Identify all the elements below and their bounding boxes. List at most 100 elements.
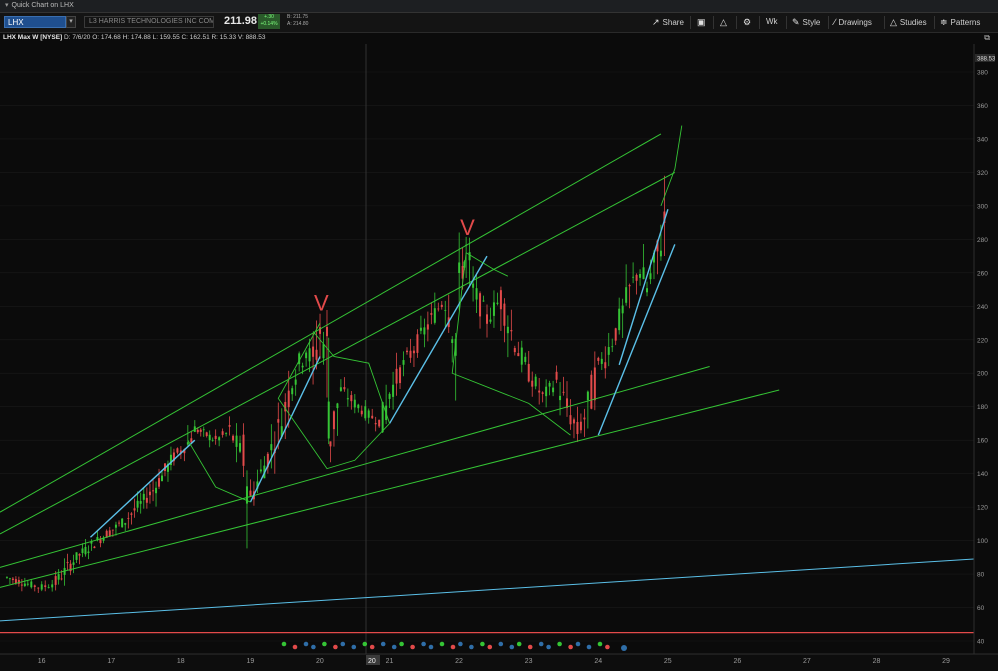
event-marker[interactable] [428, 644, 434, 650]
event-marker[interactable] [509, 644, 515, 650]
candle-body [510, 330, 513, 332]
candle-body [87, 551, 90, 553]
candle-body [357, 404, 360, 409]
event-marker[interactable] [322, 641, 327, 647]
candle-body [590, 374, 593, 409]
x-tick-label: 24 [594, 658, 602, 665]
event-marker[interactable] [369, 644, 375, 650]
candle-body [33, 585, 36, 587]
candle-body [155, 487, 158, 494]
candle-body [405, 350, 408, 353]
candle-body [499, 290, 502, 310]
candle-body [625, 287, 628, 303]
candle-body [161, 475, 164, 482]
candle-body [545, 386, 548, 397]
x-tick-label: 18 [177, 658, 185, 665]
candle-body [482, 300, 485, 302]
candle-body [84, 546, 87, 555]
event-marker[interactable] [421, 641, 426, 647]
y-tick-label: 180 [977, 404, 988, 411]
event-marker[interactable] [487, 644, 493, 650]
event-marker[interactable] [621, 645, 627, 651]
event-marker[interactable] [292, 644, 298, 650]
candle-body [646, 288, 649, 293]
candle-body [451, 339, 454, 343]
event-marker[interactable] [597, 641, 603, 647]
candle-body [75, 552, 78, 560]
trendline [0, 389, 780, 588]
candle-body [81, 548, 84, 554]
candle-body [60, 578, 63, 580]
candle-body [440, 304, 443, 308]
candle-body [597, 357, 600, 361]
event-marker[interactable] [380, 641, 386, 647]
event-marker[interactable] [399, 641, 404, 647]
candle-body [142, 493, 145, 500]
event-marker[interactable] [281, 641, 287, 647]
candle-body [468, 252, 471, 261]
candle-body [367, 410, 370, 418]
event-marker[interactable] [450, 644, 456, 650]
candle-body [72, 562, 75, 565]
event-marker[interactable] [391, 644, 397, 650]
event-marker[interactable] [469, 644, 474, 650]
y-tick-label: 40 [977, 639, 985, 646]
event-marker[interactable] [527, 644, 533, 650]
price-chart[interactable]: VV 3803603403203002802602402202001801601… [0, 0, 998, 671]
event-marker[interactable] [303, 641, 309, 647]
x-tick-label: 22 [455, 658, 463, 665]
event-marker[interactable] [362, 641, 368, 647]
event-marker[interactable] [340, 641, 346, 647]
candle-body [569, 415, 572, 425]
event-marker[interactable] [516, 641, 522, 647]
event-marker[interactable] [586, 644, 592, 650]
event-marker[interactable] [557, 641, 562, 647]
candle-body [527, 363, 530, 382]
candle-body [221, 431, 224, 435]
x-tick-label: 29 [942, 658, 950, 665]
event-marker[interactable] [439, 641, 445, 647]
event-marker[interactable] [333, 644, 338, 650]
y-tick-label: 320 [977, 170, 988, 177]
event-marker[interactable] [480, 641, 485, 647]
candle-body [374, 423, 377, 425]
candle-body [538, 390, 541, 393]
y-tick-label: 340 [977, 136, 988, 143]
event-marker[interactable] [498, 641, 504, 647]
candle-body [346, 398, 349, 400]
candle-body [308, 348, 311, 362]
candle-body [472, 283, 475, 288]
candle-body [489, 319, 492, 322]
candle-body [205, 432, 208, 436]
candle-body [416, 334, 419, 353]
candle-body [47, 587, 50, 588]
event-marker[interactable] [605, 644, 610, 650]
event-marker[interactable] [568, 644, 573, 650]
candle-body [44, 585, 47, 587]
event-marker[interactable] [538, 641, 544, 647]
trendline [0, 558, 975, 622]
candle-body [325, 326, 328, 337]
candle-body [392, 384, 395, 397]
volume-events [281, 641, 627, 651]
event-marker[interactable] [311, 644, 316, 650]
event-marker[interactable] [351, 644, 357, 650]
candle-body [524, 356, 527, 362]
y-tick-label: 200 [977, 371, 988, 378]
crosshair-x-label: 20 [368, 658, 376, 665]
candle-body [639, 273, 642, 278]
event-marker[interactable] [458, 641, 463, 647]
event-marker[interactable] [575, 641, 581, 647]
candle-body [121, 518, 124, 528]
x-tick-label: 25 [664, 658, 672, 665]
event-marker[interactable] [410, 644, 415, 650]
x-tick-label: 20 [316, 658, 324, 665]
candle-body [475, 288, 478, 300]
candle-body [635, 274, 638, 281]
candle-body [294, 379, 297, 385]
candle-body [114, 524, 117, 528]
candle-body [208, 434, 211, 441]
trendline [0, 171, 676, 535]
event-marker[interactable] [546, 644, 551, 650]
candle-body [148, 491, 151, 496]
